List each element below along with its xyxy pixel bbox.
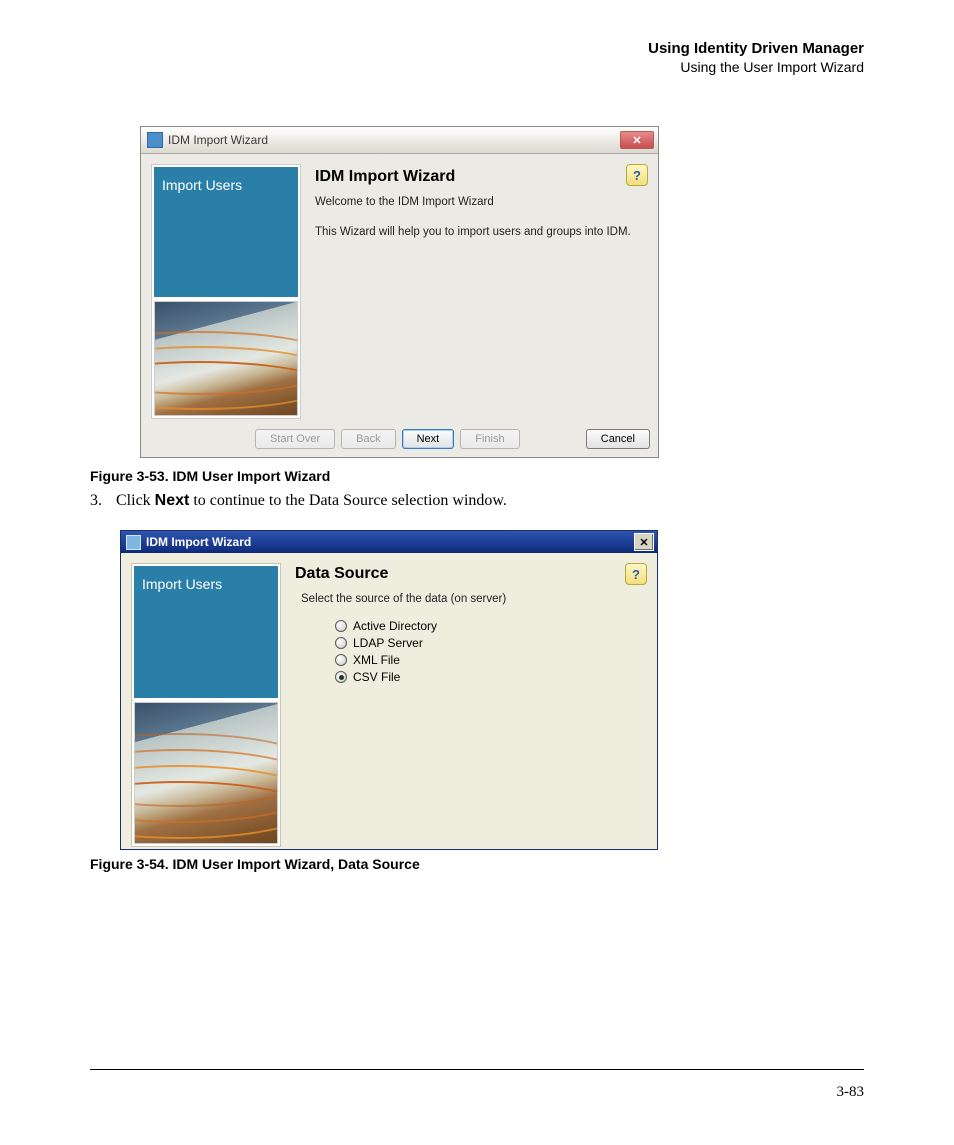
app-icon [126, 535, 141, 550]
wizard-heading: Data Source [295, 565, 641, 583]
radio-label: XML File [353, 653, 400, 667]
back-button: Back [341, 429, 395, 449]
header-subtitle: Using the User Import Wizard [90, 59, 864, 77]
radio-icon [335, 637, 347, 649]
radio-label: Active Directory [353, 619, 437, 633]
sidebar-title-panel: Import Users [154, 167, 298, 297]
page-number: 3-83 [90, 1084, 864, 1101]
radio-icon [335, 671, 347, 683]
step-text-post: to continue to the Data Source selection… [189, 492, 507, 509]
sidebar-title: Import Users [142, 576, 222, 592]
wizard-main-panel: ? Data Source Select the source of the d… [281, 563, 647, 847]
window-title: IDM Import Wizard [146, 535, 251, 549]
instruction-step-3: 3. Click Next to continue to the Data So… [90, 492, 864, 510]
radio-icon [335, 620, 347, 632]
figure-1-caption: Figure 3-53. IDM User Import Wizard [90, 468, 864, 484]
titlebar: IDM Import Wizard ✕ [141, 127, 658, 154]
figure-2-caption: Figure 3-54. IDM User Import Wizard, Dat… [90, 856, 864, 872]
wizard-dialog-1: IDM Import Wizard ✕ Import Users [140, 126, 659, 458]
help-button[interactable]: ? [625, 563, 647, 585]
header-title: Using Identity Driven Manager [90, 40, 864, 59]
radio-label: CSV File [353, 670, 400, 684]
close-icon: ✕ [639, 536, 648, 549]
footer-rule [90, 1069, 864, 1070]
sidebar-decorative-image [134, 702, 278, 844]
sidebar-title-panel: Import Users [134, 566, 278, 698]
step-number: 3. [90, 492, 102, 509]
data-source-radio-group: Active Directory LDAP Server XML File CS… [335, 619, 641, 684]
close-button[interactable]: ✕ [634, 533, 654, 551]
wizard-prompt-text: Select the source of the data (on server… [301, 593, 641, 605]
next-button[interactable]: Next [402, 429, 455, 449]
help-button[interactable]: ? [626, 164, 648, 186]
wizard-main-panel: ? IDM Import Wizard Welcome to the IDM I… [301, 164, 648, 419]
wizard-sidebar: Import Users [151, 164, 301, 419]
help-icon: ? [632, 567, 640, 582]
sidebar-title: Import Users [162, 177, 242, 193]
radio-option-ldap-server[interactable]: LDAP Server [335, 636, 641, 650]
window-title: IDM Import Wizard [168, 133, 268, 147]
close-icon: ✕ [632, 134, 641, 147]
sidebar-decorative-image [154, 301, 298, 416]
wizard-heading: IDM Import Wizard [315, 168, 642, 186]
start-over-button: Start Over [255, 429, 335, 449]
document-page: Using Identity Driven Manager Using the … [0, 0, 954, 1145]
radio-option-xml-file[interactable]: XML File [335, 653, 641, 667]
close-button[interactable]: ✕ [620, 131, 654, 149]
help-icon: ? [633, 168, 641, 183]
wizard-description-text: This Wizard will help you to import user… [315, 226, 642, 238]
page-footer: 3-83 [90, 1061, 864, 1101]
wizard-sidebar: Import Users [131, 563, 281, 847]
radio-option-csv-file[interactable]: CSV File [335, 670, 641, 684]
step-text-bold: Next [155, 492, 190, 509]
app-icon [147, 132, 163, 148]
radio-icon [335, 654, 347, 666]
radio-option-active-directory[interactable]: Active Directory [335, 619, 641, 633]
wizard-welcome-text: Welcome to the IDM Import Wizard [315, 196, 642, 208]
radio-label: LDAP Server [353, 636, 423, 650]
figure-1-container: IDM Import Wizard ✕ Import Users [140, 126, 864, 458]
finish-button: Finish [460, 429, 519, 449]
wizard-dialog-2: IDM Import Wizard ✕ Import Users [120, 530, 658, 850]
cancel-button[interactable]: Cancel [586, 429, 650, 449]
titlebar: IDM Import Wizard ✕ [121, 531, 657, 553]
step-text-pre: Click [116, 492, 155, 509]
wizard-button-bar: Start Over Back Next Finish Cancel [141, 421, 658, 457]
page-header: Using Identity Driven Manager Using the … [90, 40, 864, 76]
